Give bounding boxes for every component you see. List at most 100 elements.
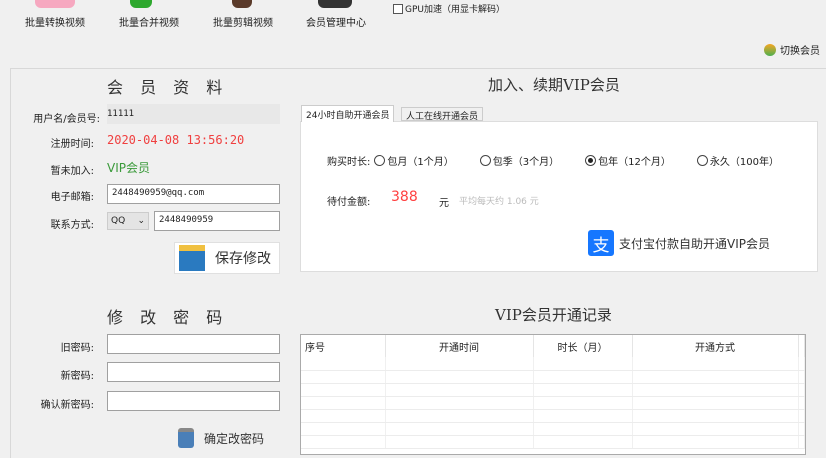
checkbox-box[interactable] [393,3,403,14]
col-duration[interactable]: 时长（月） [533,335,633,357]
gpu-label: GPU加速（用显卡解码） [405,5,505,15]
table-cell [301,435,386,449]
records-title: VIP会员开通记录 [495,306,612,324]
table-row[interactable] [301,422,805,436]
table-cell [798,357,805,371]
status-value: VIP会员 [107,161,150,175]
chevron-down-icon: ⌄ [137,216,145,226]
table-row[interactable] [301,370,805,384]
option-lifetime[interactable]: 永久（100年） [696,153,779,168]
save-button[interactable]: 保存修改 [174,242,280,274]
table-cell [632,383,799,397]
user-icon [764,43,776,56]
table-cell [632,370,799,384]
contact-field[interactable]: 2448490959 [154,211,280,231]
tab-manual[interactable]: 人工在线开通会员 [401,107,484,122]
table-cell [533,409,633,423]
amount-label: 待付金额: [327,197,371,208]
table-cell [533,435,633,449]
yearly-label: 包年（12个月） [598,157,671,168]
tab-self-service[interactable]: 24小时自助开通会员 [301,105,395,122]
table-row[interactable] [301,409,805,423]
table-cell [632,396,799,410]
change-password-button[interactable]: 确定改密码 [174,422,280,454]
member-center-icon[interactable] [318,0,352,8]
toolbar-convert[interactable]: 批量转换视频 [25,14,85,29]
amount-value: 388 [391,189,418,205]
table-cell [385,435,534,449]
toolbar-member-center[interactable]: 会员管理中心 [306,14,366,29]
table-cell [632,409,799,423]
table-cell [798,435,805,449]
reg-time-value: 2020-04-08 13:56:20 [107,133,245,147]
table-cell [632,357,799,371]
table-row[interactable] [301,357,805,371]
table-cell [301,370,386,384]
table-cell [533,396,633,410]
reg-time-label: 注册时间: [50,139,94,150]
table-row[interactable] [301,435,805,449]
toolbar-clip[interactable]: 批量剪辑视频 [213,14,273,29]
table-cell [301,409,386,423]
table-cell [385,383,534,397]
table-cell [632,435,799,449]
option-monthly[interactable]: 包月（1个月） [374,153,454,168]
table-row[interactable] [301,396,805,410]
alipay-button[interactable]: 支 支付宝付款自助开通VIP会员 [588,230,770,256]
table-cell [301,422,386,436]
new-password-field[interactable] [107,362,280,382]
contact-type-value: QQ [111,216,126,226]
contact-label: 联系方式: [50,220,94,231]
save-label: 保存修改 [215,251,271,267]
daily-average: 平均每天约 1.06 元 [459,197,539,207]
merge-icon[interactable] [130,0,152,8]
vip-title: 加入、续期VIP会员 [488,76,620,94]
table-row[interactable] [301,383,805,397]
confirm-password-field[interactable] [107,391,280,411]
col-filler [798,335,805,357]
radio-lifetime[interactable] [696,155,708,166]
col-method[interactable]: 开通方式 [632,335,799,357]
quarterly-label: 包季（3个月） [492,157,560,168]
switch-member-button[interactable]: 切换会员 [764,42,820,57]
radio-monthly[interactable] [374,155,386,166]
option-quarterly[interactable]: 包季（3个月） [479,153,560,168]
contact-type-select[interactable]: QQ ⌄ [107,212,149,230]
clip-icon[interactable] [232,0,252,8]
lock-icon [178,428,194,448]
records-table[interactable]: 序号 开通时间 时长（月） 开通方式 [300,334,806,455]
table-cell [533,383,633,397]
radio-yearly[interactable] [585,155,597,166]
option-yearly[interactable]: 包年（12个月） [585,153,671,168]
convert-icon[interactable] [35,0,75,8]
switch-member-label: 切换会员 [780,46,820,57]
gpu-checkbox[interactable]: GPU加速（用显卡解码） [393,2,505,15]
profile-title: 会 员 资 料 [107,78,229,97]
table-cell [385,357,534,371]
lifetime-label: 永久（100年） [709,157,779,168]
confirm-password-label: 确认新密码: [40,400,94,411]
table-cell [533,370,633,384]
status-label: 暂未加入: [50,166,94,177]
table-cell [385,370,534,384]
radio-quarterly[interactable] [479,155,491,166]
vip-tab-content: 购买时长: 包月（1个月） 包季（3个月） 包年（12个月） 永久（100年） … [300,121,818,272]
alipay-label: 支付宝付款自助开通VIP会员 [619,236,770,251]
table-cell [632,422,799,436]
old-password-field[interactable] [107,334,280,354]
email-field[interactable]: 2448490959@qq.com [107,184,280,204]
toolbar-merge[interactable]: 批量合并视频 [119,14,179,29]
email-label: 电子邮箱: [50,192,94,203]
table-cell [301,357,386,371]
table-cell [301,383,386,397]
col-index[interactable]: 序号 [301,335,386,357]
col-open-time[interactable]: 开通时间 [385,335,534,357]
amount-unit: 元 [439,198,449,209]
table-cell [798,409,805,423]
username-value: 11111 [107,104,280,124]
monthly-label: 包月（1个月） [387,157,454,168]
table-cell [798,370,805,384]
floppy-icon [179,245,205,271]
table-cell [798,422,805,436]
old-password-label: 旧密码: [60,343,94,354]
